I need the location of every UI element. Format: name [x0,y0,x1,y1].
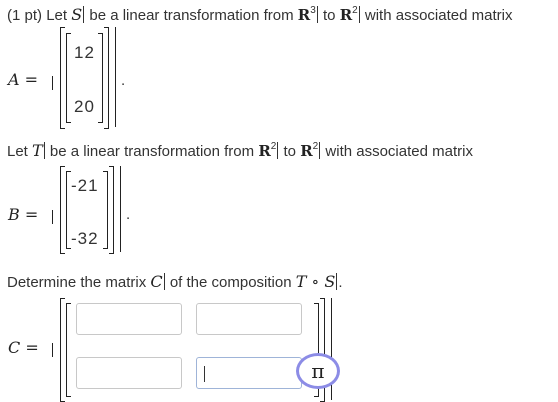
matrix-a-left-bracket-inner [66,33,71,123]
var-c: C [150,272,163,291]
matrix-cursor [115,27,116,127]
problem-line-2: Let T be a linear transformation from R2… [7,141,473,160]
text-cursor [358,6,360,23]
problem-line-3: Determine the matrix C of the compositio… [7,272,343,291]
real-r: R [339,6,353,24]
matrix-b-row-2: -32 [71,229,99,248]
text-determine: Determine the matrix [7,274,147,291]
matrix-c-label: C = [8,338,39,357]
pi-icon: π [311,359,325,383]
text-cursor [83,6,85,23]
text-linear-transformation: be a linear transformation from [49,143,255,160]
exponent-2: 2 [352,5,358,16]
exponent-3: 3 [310,5,316,16]
answer-input-r1c1[interactable] [76,303,182,335]
exponent-2: 2 [270,141,277,152]
exponent-2: 2 [312,141,319,152]
matrix-b-right-bracket-inner [103,171,108,249]
text-associated-matrix: with associated matrix [325,143,473,160]
matrix-b-period: . [126,206,131,223]
input-caret [204,366,205,382]
points-label: (1 pt) [7,7,43,24]
text-composition: of the composition [169,274,292,291]
var-t: T [32,141,43,160]
matrix-cursor [52,76,53,90]
matrix-b-left-bracket [60,166,65,254]
text-cursor [163,273,165,290]
matrix-c-left-bracket-inner [66,303,71,397]
problem-line-1: (1 pt) Let S be a linear transformation … [7,5,512,24]
matrix-b-label: B = [8,205,39,224]
matrix-cursor [120,166,121,252]
matrix-b-row-1: -21 [71,176,99,195]
text-to: to [323,7,336,24]
matrix-cursor [52,343,53,357]
insert-pi-button[interactable]: π [296,353,340,389]
text-let: Let [46,7,68,24]
text-to: to [283,143,297,160]
matrix-a-right-bracket [104,27,109,129]
real-r: R [300,142,313,160]
matrix-cursor [52,210,53,224]
real-r: R [297,6,311,24]
composition-t-s: T ∘ S [295,272,336,291]
matrix-a-period: . [121,72,126,89]
matrix-b-right-bracket [109,166,114,254]
matrix-a-right-bracket-inner [98,33,103,123]
answer-input-r2c2[interactable] [196,357,302,389]
matrix-a-row-1: 12 [74,43,95,62]
text-linear-transformation: be a linear transformation from [89,7,294,24]
text-cursor [43,142,45,159]
period: . [338,274,343,291]
text-associated-matrix: with associated matrix [364,7,513,24]
text-let: Let [7,143,28,160]
text-cursor [316,6,318,23]
matrix-a-label: A = [8,70,39,89]
matrix-a-left-bracket [60,27,65,129]
answer-input-r1c2[interactable] [196,303,302,335]
text-cursor [277,142,279,159]
answer-input-r2c1[interactable] [76,357,182,389]
matrix-c-left-bracket [60,298,65,402]
real-r: R [258,142,271,160]
matrix-a-row-2: 20 [74,97,95,116]
text-cursor [319,142,321,159]
var-s: S [71,5,83,24]
